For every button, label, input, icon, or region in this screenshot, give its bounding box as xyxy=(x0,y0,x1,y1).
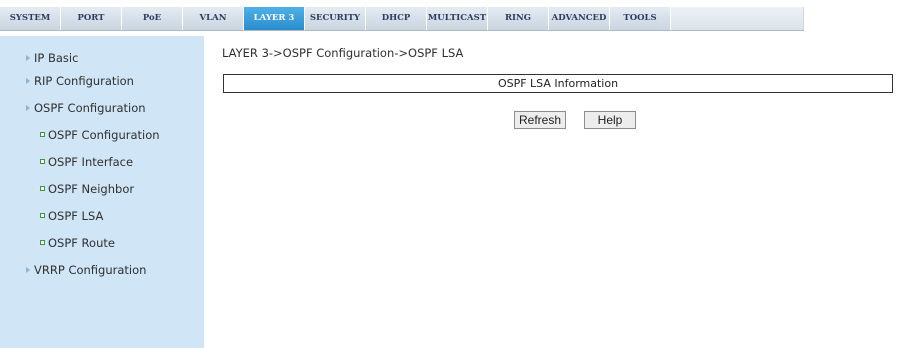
sidebar-item-ip-basic[interactable]: IP Basic xyxy=(26,51,78,65)
chevron-right-icon xyxy=(26,267,30,273)
sidebar-item-label: RIP Configuration xyxy=(34,74,134,88)
tab-ring[interactable]: RING xyxy=(488,7,549,30)
sidebar-subitem-label: OSPF Route xyxy=(48,236,115,250)
tab-dhcp[interactable]: DHCP xyxy=(366,7,427,30)
sidebar-item-label: VRRP Configuration xyxy=(34,263,147,277)
tab-tools[interactable]: TOOLS xyxy=(610,7,671,30)
tab-bar-filler xyxy=(671,7,804,30)
square-bullet-icon xyxy=(40,132,45,137)
sidebar-subitem-ospf-route[interactable]: OSPF Route xyxy=(40,236,115,250)
tab-advanced[interactable]: ADVANCED xyxy=(549,7,610,30)
sidebar-item-label: IP Basic xyxy=(34,51,79,65)
sidebar-subitem-ospf-neighbor[interactable]: OSPF Neighbor xyxy=(40,182,134,196)
chevron-right-icon xyxy=(26,78,30,84)
tab-system[interactable]: SYSTEM xyxy=(0,7,61,30)
tab-multicast[interactable]: MULTICAST xyxy=(427,7,488,30)
tab-poe[interactable]: PoE xyxy=(122,7,183,30)
breadcrumb: LAYER 3->OSPF Configuration->OSPF LSA xyxy=(222,46,464,60)
top-nav-bar: SYSTEM PORT PoE VLAN LAYER 3 SECURITY DH… xyxy=(0,0,912,36)
help-button[interactable]: Help xyxy=(584,111,636,129)
sidebar-subitem-label: OSPF LSA xyxy=(48,209,104,223)
tab-security[interactable]: SECURITY xyxy=(305,7,366,30)
tab-port[interactable]: PORT xyxy=(61,7,122,30)
square-bullet-icon xyxy=(40,186,45,191)
sidebar-subitem-label: OSPF Neighbor xyxy=(48,182,135,196)
chevron-right-icon xyxy=(26,105,30,111)
sidebar-subitem-ospf-configuration[interactable]: OSPF Configuration xyxy=(40,128,160,142)
square-bullet-icon xyxy=(40,159,45,164)
sidebar-item-vrrp-configuration[interactable]: VRRP Configuration xyxy=(26,263,146,277)
sidebar-item-rip-configuration[interactable]: RIP Configuration xyxy=(26,74,134,88)
chevron-right-icon xyxy=(26,55,30,61)
sidebar-subitem-label: OSPF Interface xyxy=(48,155,134,169)
sidebar-subitem-ospf-lsa[interactable]: OSPF LSA xyxy=(40,209,103,223)
square-bullet-icon xyxy=(40,240,45,245)
refresh-button[interactable]: Refresh xyxy=(514,111,566,129)
tab-layer3[interactable]: LAYER 3 xyxy=(244,7,305,30)
section-title: OSPF LSA Information xyxy=(497,77,619,90)
sidebar: IP Basic RIP Configuration OSPF Configur… xyxy=(0,36,204,348)
sidebar-item-ospf-configuration[interactable]: OSPF Configuration xyxy=(26,101,146,115)
square-bullet-icon xyxy=(40,213,45,218)
sidebar-item-label: OSPF Configuration xyxy=(34,101,146,115)
ospf-lsa-info-box: OSPF LSA Information xyxy=(223,74,893,93)
sidebar-subitem-label: OSPF Configuration xyxy=(48,128,160,142)
tab-vlan[interactable]: VLAN xyxy=(183,7,244,30)
sidebar-subitem-ospf-interface[interactable]: OSPF Interface xyxy=(40,155,133,169)
top-nav-tabs: SYSTEM PORT PoE VLAN LAYER 3 SECURITY DH… xyxy=(0,7,804,31)
